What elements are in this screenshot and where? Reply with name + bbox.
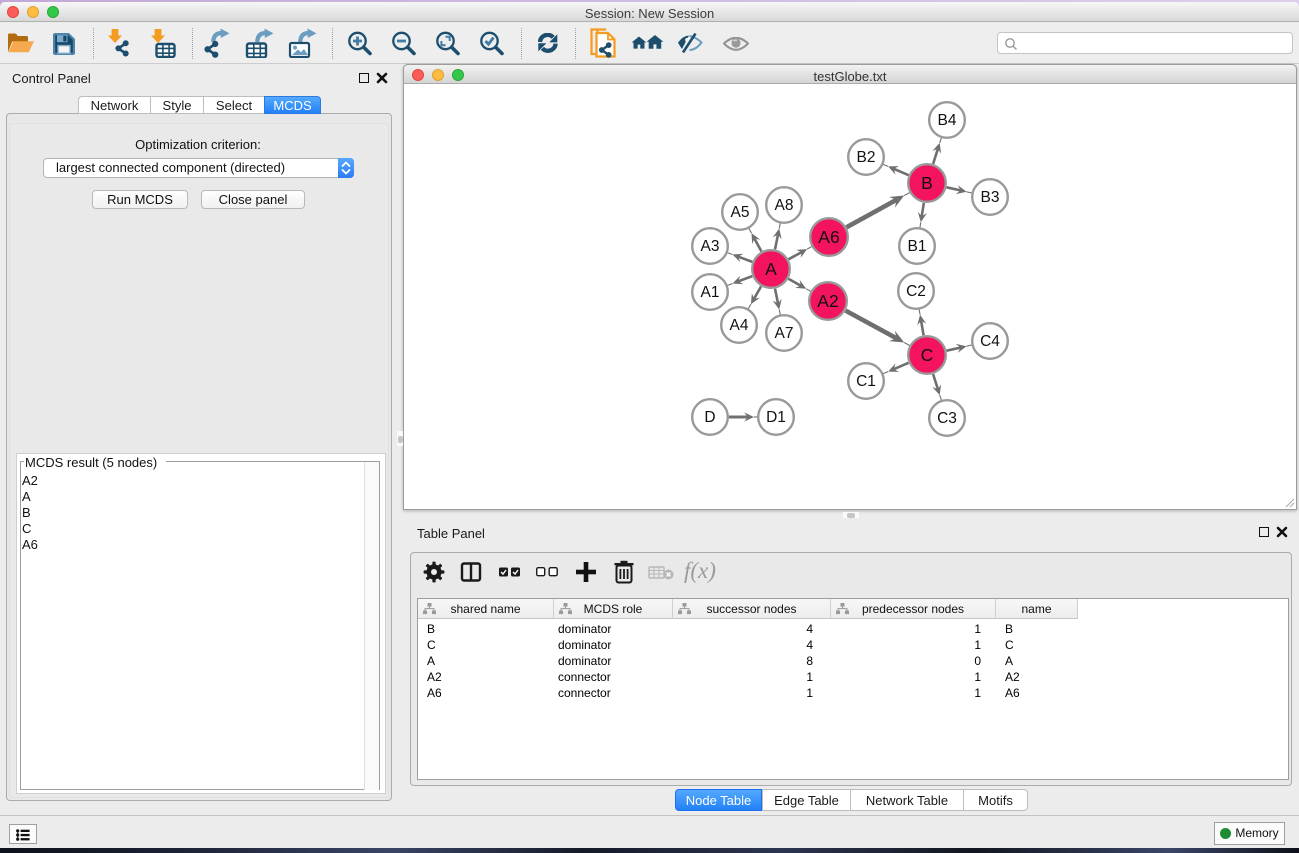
svg-text:D1: D1 [766,409,786,426]
svg-text:B4: B4 [938,112,957,129]
svg-text:B2: B2 [857,149,876,166]
svg-text:C2: C2 [906,283,926,300]
svg-text:A3: A3 [701,238,720,255]
svg-text:A2: A2 [817,291,838,311]
svg-text:A: A [765,259,777,279]
svg-text:A8: A8 [775,197,794,214]
svg-text:A6: A6 [818,227,839,247]
svg-text:B3: B3 [981,189,1000,206]
svg-text:A7: A7 [775,325,794,342]
svg-text:C: C [921,345,934,365]
svg-text:B1: B1 [908,238,927,255]
svg-text:C4: C4 [980,333,1000,350]
svg-text:D: D [704,409,715,426]
svg-text:C3: C3 [937,410,957,427]
svg-text:C1: C1 [856,373,876,390]
svg-text:A5: A5 [731,204,750,221]
svg-text:B: B [921,173,933,193]
svg-text:A1: A1 [701,284,720,301]
svg-text:A4: A4 [730,317,749,334]
